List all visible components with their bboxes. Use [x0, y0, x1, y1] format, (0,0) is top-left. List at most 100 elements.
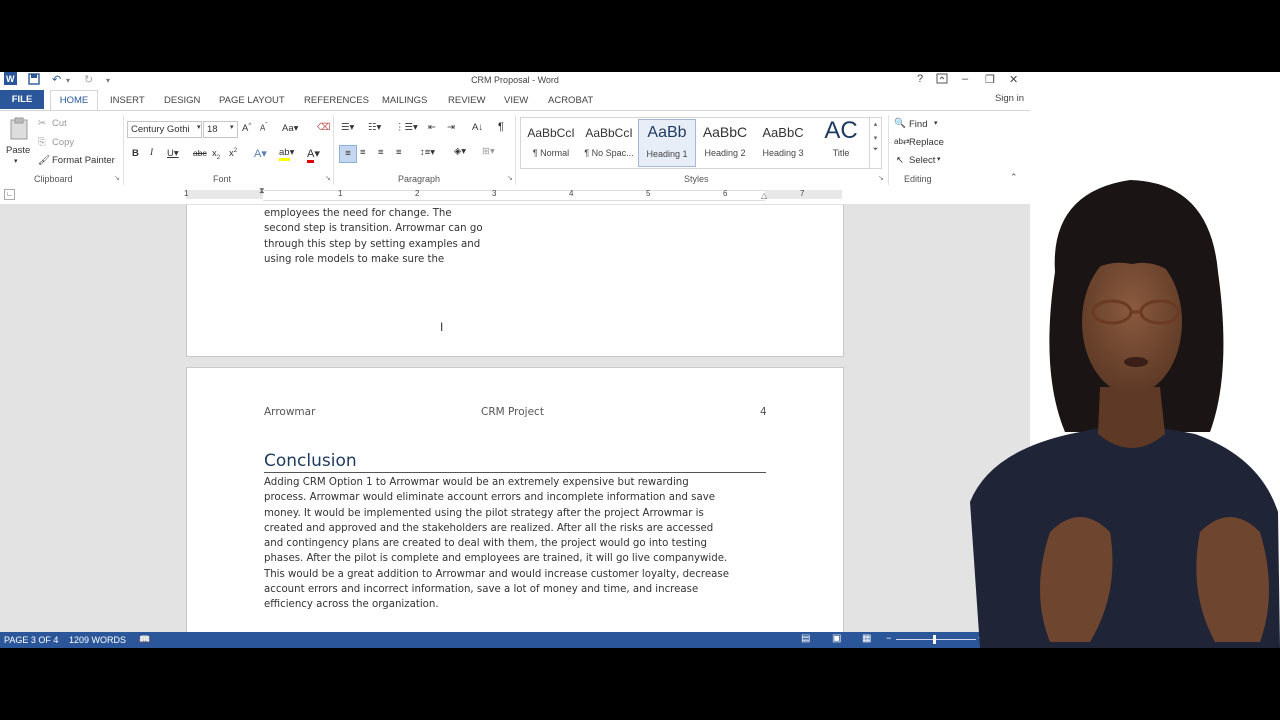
line-spacing-icon[interactable]: ↕≡▾ — [420, 147, 435, 158]
grow-font-icon[interactable]: A^ — [242, 123, 251, 134]
format-painter-button[interactable]: Format Painter — [52, 155, 115, 166]
presenter-video-image — [970, 180, 1280, 648]
underline-icon[interactable]: U▾ — [167, 148, 179, 159]
sort-icon[interactable]: A↓ — [472, 122, 483, 133]
decrease-indent-icon[interactable]: ⇤ — [428, 122, 436, 133]
align-center-icon[interactable]: ≡ — [360, 147, 366, 158]
show-formatting-icon[interactable]: ¶ — [498, 121, 504, 133]
heading-conclusion[interactable]: Conclusion — [264, 451, 766, 473]
style-title[interactable]: AC Title — [813, 117, 869, 165]
style-normal[interactable]: AaBbCcI ¶ Normal — [523, 119, 579, 165]
ribbon-display-options-icon[interactable] — [936, 73, 948, 87]
read-mode-icon[interactable]: ▤ — [801, 633, 810, 644]
left-indent-marker-icon[interactable]: ⧗ — [259, 186, 265, 196]
clipboard-launcher-icon[interactable]: ↘ — [114, 174, 120, 182]
borders-icon[interactable]: ⊞▾ — [482, 146, 495, 157]
change-case-icon[interactable]: Aa▾ — [282, 123, 298, 134]
font-launcher-icon[interactable]: ↘ — [325, 174, 331, 182]
tab-page-layout[interactable]: PAGE LAYOUT — [219, 95, 285, 106]
clear-formatting-icon[interactable]: ⌫ — [317, 122, 330, 133]
ruler-number: 1 — [338, 189, 343, 198]
tab-design[interactable]: DESIGN — [164, 95, 200, 106]
style-no-spacing[interactable]: AaBbCcI ¶ No Spac... — [581, 119, 637, 165]
paste-dropdown-icon[interactable]: ▾ — [14, 157, 18, 165]
page-3: employees the need for change. The secon… — [186, 205, 844, 357]
bullets-icon[interactable]: ☰▾ — [341, 122, 354, 133]
header-center: CRM Project — [481, 406, 544, 418]
style-heading-3[interactable]: AaBbC Heading 3 — [755, 119, 811, 165]
tab-selector-icon[interactable]: ∟ — [4, 189, 15, 200]
zoom-slider-thumb[interactable] — [933, 635, 936, 644]
ruler-track: 1 1 2 3 4 5 6 7 ⧗ △ — [184, 186, 842, 201]
style-name: ¶ Normal — [532, 148, 570, 158]
align-right-icon[interactable]: ≡ — [378, 147, 384, 158]
conclusion-paragraph[interactable]: Adding CRM Option 1 to Arrowmar would be… — [264, 475, 729, 613]
zoom-out-icon[interactable]: − — [886, 633, 891, 643]
replace-button[interactable]: Replace — [909, 137, 944, 148]
styles-down-icon[interactable]: ▾ — [870, 134, 881, 142]
web-layout-icon[interactable]: ▦ — [862, 633, 871, 644]
tab-insert[interactable]: INSERT — [110, 95, 145, 106]
highlight-color-icon[interactable]: ab▾ — [279, 147, 294, 161]
styles-up-icon[interactable]: ▴ — [870, 120, 881, 128]
paste-icon[interactable] — [8, 117, 30, 144]
find-dropdown-icon[interactable]: ▾ — [934, 119, 938, 127]
restore-icon[interactable]: ❐ — [985, 73, 995, 86]
format-painter-icon: 🖌 — [38, 155, 51, 166]
word-count[interactable]: 1209 WORDS — [69, 635, 126, 645]
tab-references[interactable]: REFERENCES — [304, 95, 369, 106]
select-button[interactable]: Select — [909, 155, 935, 166]
copy-icon: ⎘ — [38, 137, 46, 148]
ribbon-home: Paste ▾ ✂ Cut ⎘ Copy 🖌 Format Painter Cl… — [0, 110, 1030, 188]
text-line: second step is transition. Arrowmar can … — [264, 223, 483, 235]
text-line: money. It would be implemented using the… — [264, 507, 704, 519]
tab-mailings[interactable]: MAILINGS — [382, 95, 427, 106]
text-line: This would be a great addition to Arrowm… — [264, 568, 729, 580]
paste-button[interactable]: Paste — [6, 145, 30, 156]
multilevel-list-icon[interactable]: ⋮☰▾ — [395, 122, 418, 133]
select-dropdown-icon[interactable]: ▾ — [937, 155, 941, 163]
styles-more-icon[interactable]: ⏷ — [870, 146, 881, 154]
right-indent-marker-icon[interactable]: △ — [761, 191, 767, 200]
text-line: account errors and incorrect information… — [264, 584, 699, 596]
sign-in-link[interactable]: Sign in — [995, 93, 1024, 104]
paragraph-launcher-icon[interactable]: ↘ — [507, 174, 513, 182]
justify-icon[interactable]: ≡ — [396, 147, 402, 158]
shading-icon[interactable]: ◈▾ — [454, 146, 466, 157]
strikethrough-icon[interactable]: abc — [193, 148, 207, 158]
font-name-box[interactable]: Century Gothi — [127, 121, 202, 138]
text-effects-icon[interactable]: A▾ — [254, 147, 267, 160]
style-heading-1[interactable]: AaBb Heading 1 — [638, 119, 696, 167]
tab-review[interactable]: REVIEW — [448, 95, 485, 106]
font-size-dropdown-icon[interactable]: ▾ — [230, 123, 234, 131]
bold-icon[interactable]: B — [132, 148, 139, 159]
tab-file[interactable]: FILE — [0, 90, 44, 109]
tab-view[interactable]: VIEW — [504, 95, 528, 106]
close-icon[interactable]: ✕ — [1009, 73, 1018, 86]
italic-icon[interactable]: I — [150, 148, 153, 158]
page-count[interactable]: PAGE 3 OF 4 — [4, 635, 58, 645]
tab-acrobat[interactable]: ACROBAT — [548, 95, 593, 106]
find-button[interactable]: Find — [909, 119, 927, 130]
styles-launcher-icon[interactable]: ↘ — [878, 174, 884, 182]
superscript-icon[interactable]: x2 — [229, 148, 237, 159]
horizontal-ruler: ∟ 1 1 2 3 4 5 6 7 ⧗ △ — [0, 186, 1030, 205]
status-bar: PAGE 3 OF 4 1209 WORDS 📖 ▤ ▣ ▦ − + 10 — [0, 632, 1030, 648]
group-label-clipboard: Clipboard — [34, 174, 73, 184]
tab-home[interactable]: HOME — [50, 90, 98, 111]
subscript-icon[interactable]: x2 — [212, 148, 220, 161]
numbering-icon[interactable]: ☷▾ — [368, 122, 381, 133]
shrink-font-icon[interactable]: Aˇ — [260, 123, 267, 133]
font-name-dropdown-icon[interactable]: ▾ — [197, 123, 201, 131]
align-left-icon[interactable]: ≡ — [339, 145, 357, 163]
font-color-icon[interactable]: A▾ — [307, 147, 320, 163]
style-heading-2[interactable]: AaBbC Heading 2 — [697, 119, 753, 165]
minimize-icon[interactable]: – — [962, 73, 968, 85]
print-layout-icon[interactable]: ▣ — [832, 633, 841, 644]
help-button[interactable]: ? — [917, 73, 923, 85]
copy-button[interactable]: Copy — [52, 137, 74, 148]
cut-button[interactable]: Cut — [52, 118, 67, 129]
increase-indent-icon[interactable]: ⇥ — [447, 122, 455, 133]
text-line: and contingency plans are created to dea… — [264, 538, 707, 550]
proofing-icon[interactable]: 📖 — [139, 634, 150, 645]
